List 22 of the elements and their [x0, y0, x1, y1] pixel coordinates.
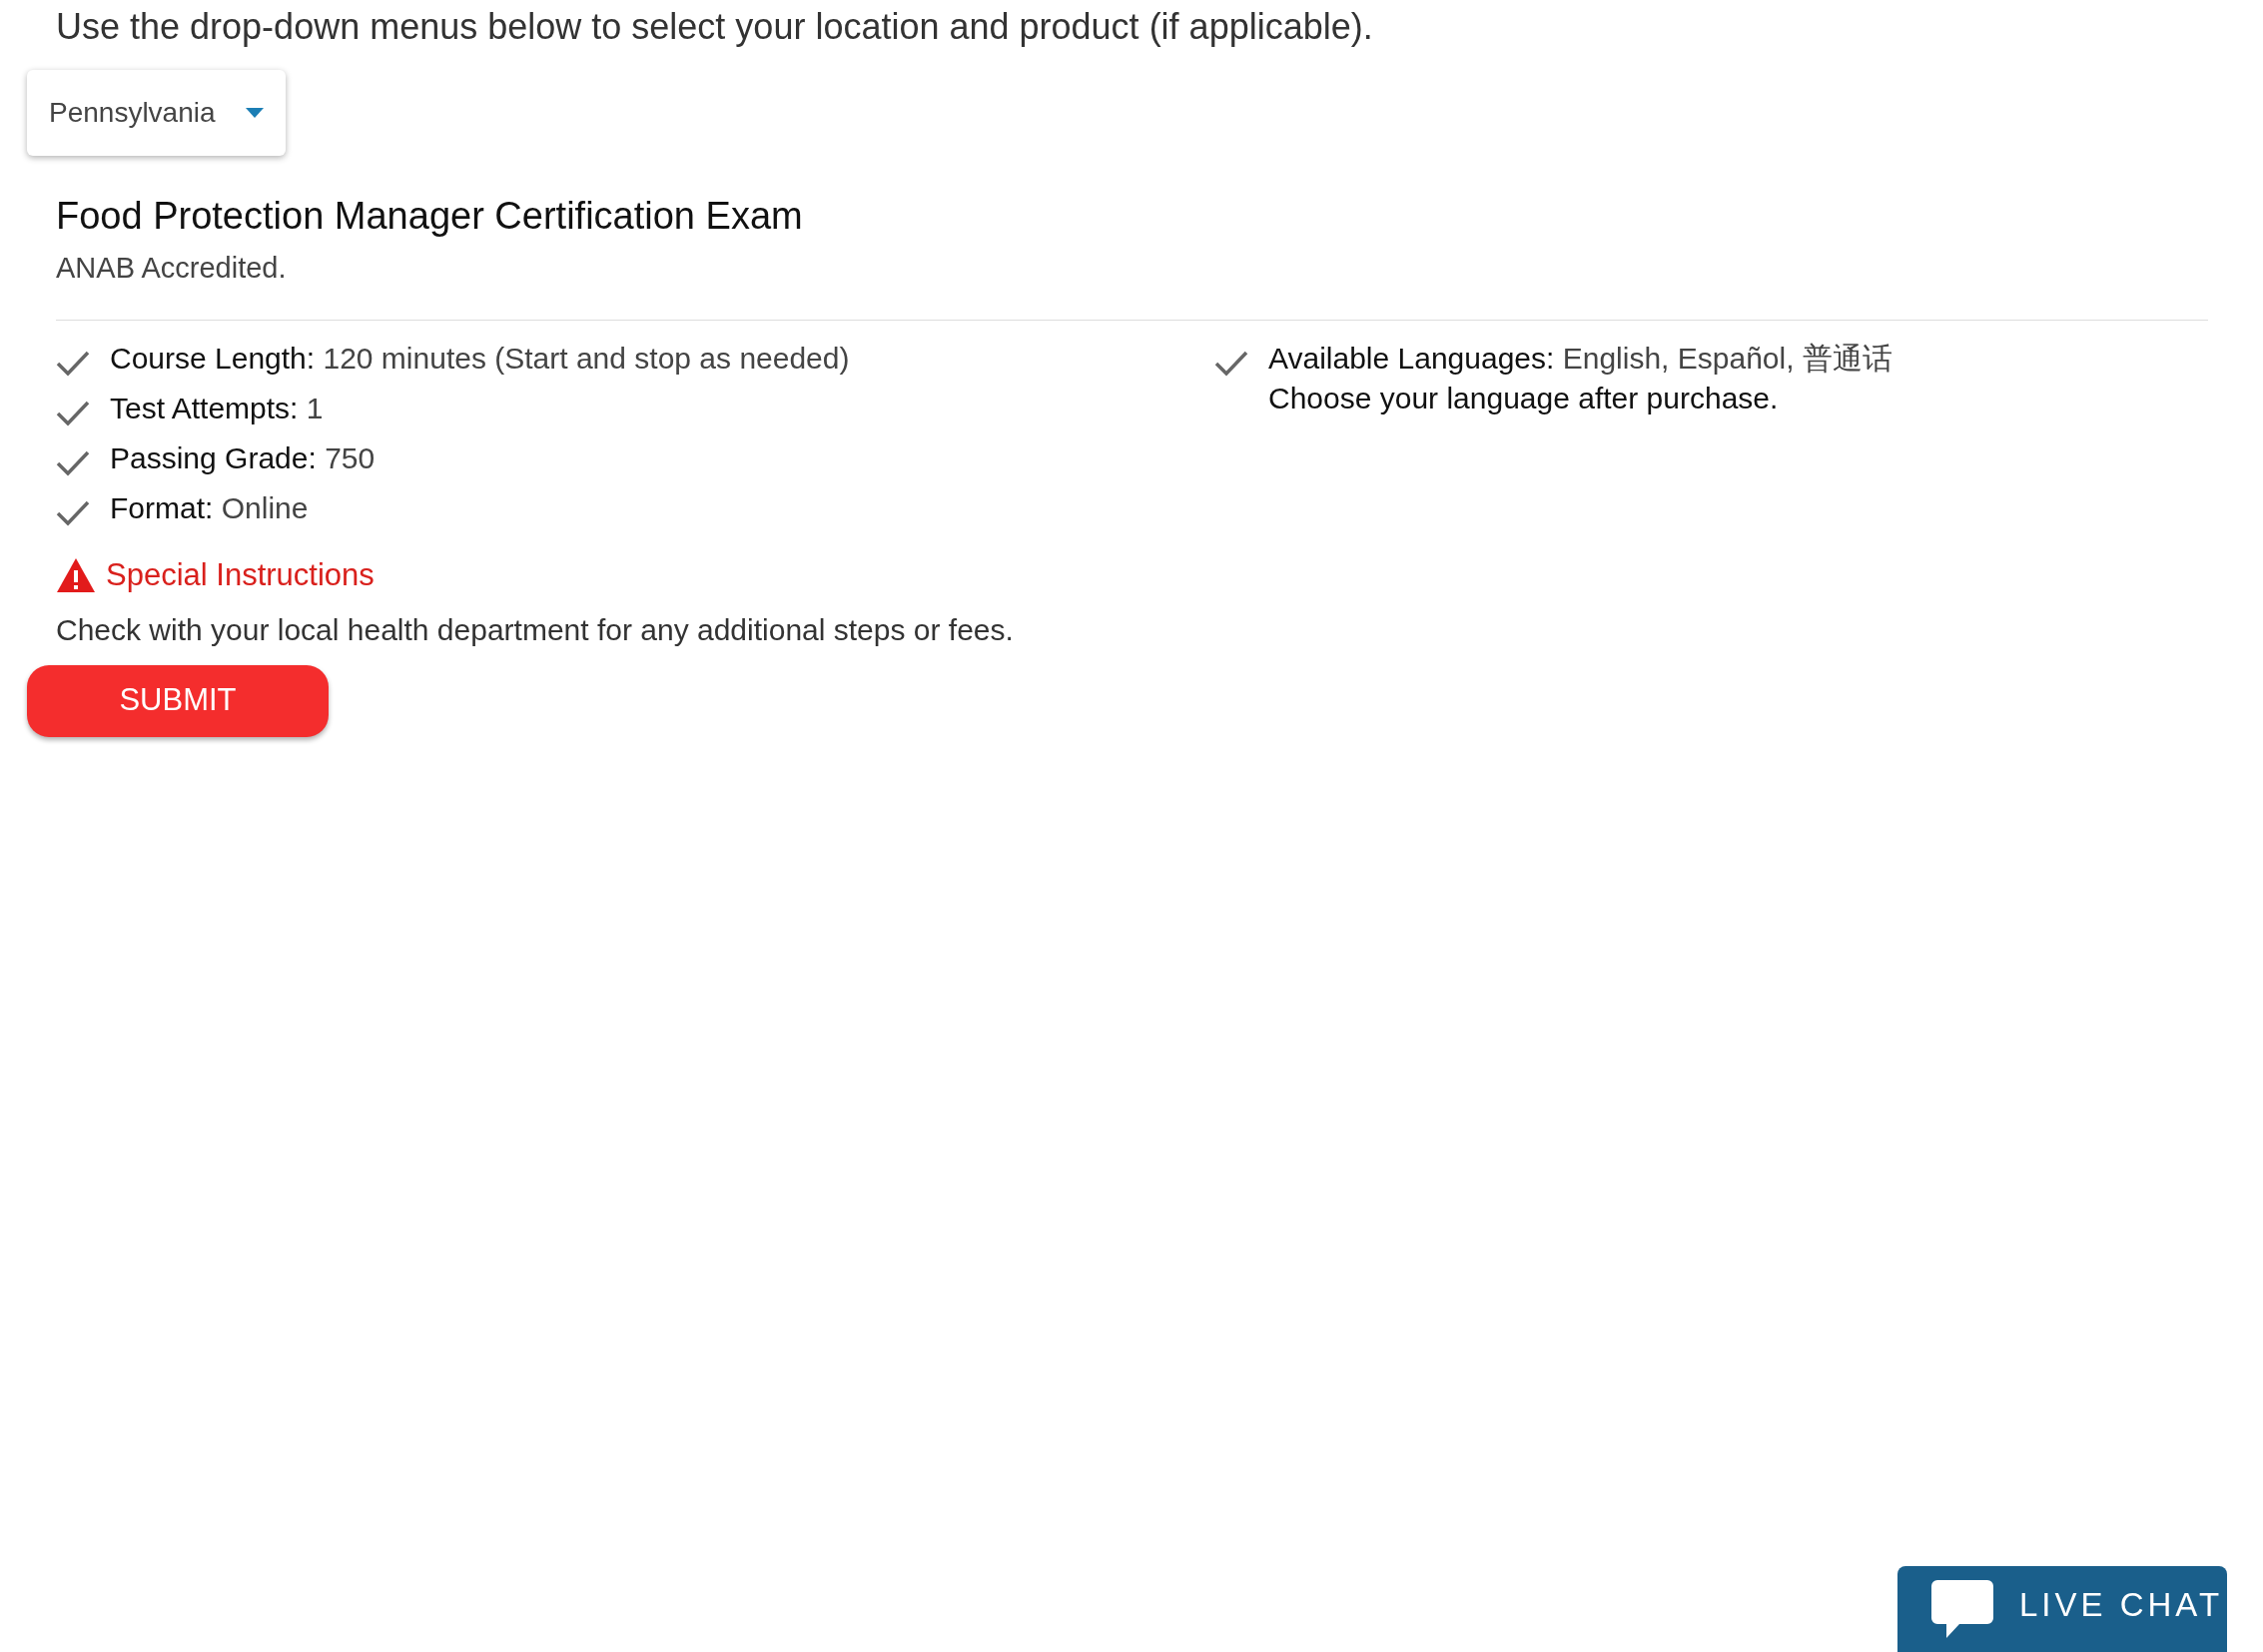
feature-text: Course Length: 120 minutes (Start and stop as needed): [110, 341, 850, 377]
check-icon: [56, 401, 90, 426]
check-icon: [56, 450, 90, 476]
check-icon: [56, 500, 90, 526]
product-title: Food Protection Manager Certification Exam: [56, 194, 803, 239]
check-icon: [1214, 351, 1248, 377]
feature-text: Passing Grade: 750: [110, 440, 376, 476]
warning-icon: [56, 557, 96, 594]
check-icon: [56, 351, 90, 377]
feature-note: Choose your language after purchase.: [1268, 381, 1779, 416]
product-subtitle: ANAB Accredited.: [56, 251, 287, 286]
feature-text: Available Languages: English, Español, 普通话: [1268, 341, 1892, 377]
instruction-text: Use the drop-down menus below to select your location and product (if applicable).: [56, 5, 1373, 49]
caret-icon: [245, 108, 264, 118]
submit-button[interactable]: SUBMIT: [27, 664, 329, 737]
feature-text: Test Attempts: 1: [110, 391, 324, 426]
chat-bubble-icon: [1931, 1580, 1993, 1640]
feature-text: Format: Online: [110, 490, 309, 526]
special-instructions-heading: Special Instructions: [106, 556, 375, 594]
location-dropdown[interactable]: Pennsylvania: [27, 70, 286, 156]
live-chat-button[interactable]: LIVE CHAT: [1897, 1566, 2227, 1652]
special-instructions-text: Check with your local health department for any additional steps or fees.: [56, 611, 1014, 648]
